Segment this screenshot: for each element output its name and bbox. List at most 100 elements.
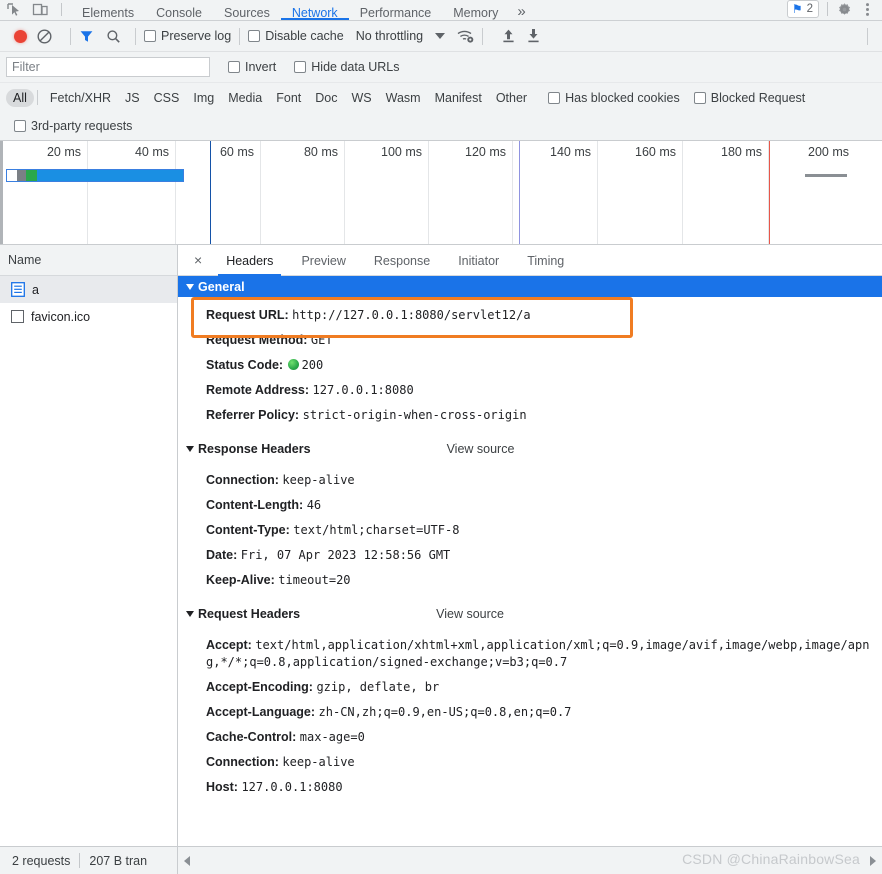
tab-initiator[interactable]: Initiator	[444, 245, 513, 276]
disable-cache-checkbox-box[interactable]	[248, 30, 261, 42]
general-row-remote-address: Remote Address: 127.0.0.1:8080	[178, 378, 882, 403]
tab-overflow-chevron-icon[interactable]: »	[509, 0, 533, 20]
toolbar-divider-2	[135, 27, 136, 45]
chip-wasm[interactable]: Wasm	[379, 89, 428, 107]
chip-img[interactable]: Img	[186, 89, 221, 107]
tab-memory[interactable]: Memory	[442, 0, 509, 20]
filter-input[interactable]	[6, 57, 210, 77]
preserve-log-checkbox-box[interactable]	[144, 30, 156, 42]
invert-checkbox[interactable]: Invert	[228, 60, 276, 74]
chip-manifest[interactable]: Manifest	[428, 89, 489, 107]
tab-console[interactable]: Console	[145, 0, 213, 20]
key-cache-control: Cache-Control:	[206, 730, 297, 744]
status-requests-count: 2 requests	[12, 853, 71, 868]
scroll-right-arrow-icon[interactable]	[870, 855, 876, 866]
chip-all[interactable]: All	[6, 88, 34, 107]
filter-funnel-icon[interactable]	[79, 29, 94, 44]
request-row-favicon[interactable]: favicon.ico	[0, 303, 177, 330]
view-source-link-response[interactable]: View source	[447, 442, 515, 456]
close-icon[interactable]: ×	[184, 245, 212, 276]
network-overview-timeline[interactable]: 20 ms 40 ms 60 ms 80 ms 100 ms 120 ms 14…	[0, 141, 882, 245]
tab-performance[interactable]: Performance	[349, 0, 443, 20]
key-content-length: Content-Length:	[206, 498, 304, 512]
general-row-request-method: Request Method: GET	[178, 328, 882, 353]
hide-data-urls-checkbox[interactable]: Hide data URLs	[294, 60, 400, 74]
tick-label: 120 ms	[465, 145, 506, 159]
document-icon	[11, 282, 25, 297]
key-req-connection: Connection:	[206, 755, 279, 769]
message-count-badge[interactable]: ⚑ 2	[786, 0, 819, 18]
request-row-a[interactable]: a	[0, 276, 177, 303]
hide-data-urls-label: Hide data URLs	[311, 60, 400, 74]
chip-css[interactable]: CSS	[147, 89, 187, 107]
chip-js[interactable]: JS	[118, 89, 147, 107]
chip-other[interactable]: Other	[489, 89, 534, 107]
import-har-icon[interactable]	[501, 28, 516, 44]
third-party-checkbox[interactable]: 3rd-party requests	[14, 119, 132, 133]
toolbar-divider-1	[70, 27, 71, 45]
section-header-request-headers[interactable]: Request Headers View source	[178, 601, 882, 627]
chip-ws[interactable]: WS	[344, 89, 378, 107]
network-conditions-icon[interactable]	[457, 29, 474, 44]
watermark: CSDN @ChinaRainbowSea	[682, 851, 860, 867]
overview-grabber-left[interactable]	[0, 141, 3, 244]
tab-sources[interactable]: Sources	[213, 0, 281, 20]
blocked-requests-checkbox[interactable]: Blocked Request	[693, 91, 805, 105]
value-req-connection: keep-alive	[282, 755, 355, 769]
status-divider	[79, 853, 81, 868]
scroll-left-arrow-icon[interactable]	[184, 855, 190, 866]
key-accept: Accept:	[206, 638, 252, 652]
chip-fetch-xhr[interactable]: Fetch/XHR	[43, 89, 118, 107]
hide-data-urls-checkbox-box[interactable]	[294, 61, 307, 73]
section-header-response-headers[interactable]: Response Headers View source	[178, 436, 882, 462]
third-party-row: 3rd-party requests	[0, 112, 882, 141]
kebab-menu-icon[interactable]	[859, 1, 876, 18]
gear-icon[interactable]	[836, 1, 853, 18]
toolbar-divider-5	[867, 27, 868, 45]
value-request-url: http://127.0.0.1:8080/servlet12/a	[292, 308, 531, 322]
export-har-icon[interactable]	[526, 28, 541, 44]
clear-requests-icon[interactable]	[37, 28, 52, 44]
requests-column-header[interactable]: Name	[0, 245, 177, 276]
value-accept-encoding: gzip, deflate, br	[316, 680, 440, 694]
disable-cache-checkbox[interactable]: Disable cache	[248, 29, 344, 43]
has-blocked-cookies-checkbox[interactable]: Has blocked cookies	[548, 91, 680, 105]
tab-headers[interactable]: Headers	[212, 245, 287, 276]
overview-grabber-right[interactable]	[178, 141, 181, 244]
view-source-link-request[interactable]: View source	[436, 607, 504, 621]
key-accept-encoding: Accept-Encoding:	[206, 680, 313, 694]
inspect-element-icon[interactable]	[6, 2, 23, 19]
chip-media[interactable]: Media	[221, 89, 269, 107]
section-header-general[interactable]: General	[178, 276, 882, 297]
tab-preview[interactable]: Preview	[287, 245, 359, 276]
value-accept: text/html,application/xhtml+xml,applicat…	[206, 638, 870, 669]
tab-response[interactable]: Response	[360, 245, 444, 276]
search-icon[interactable]	[106, 29, 121, 44]
third-party-checkbox-box[interactable]	[14, 120, 26, 132]
key-referrer-policy: Referrer Policy:	[206, 408, 300, 422]
chip-font[interactable]: Font	[269, 89, 308, 107]
chevron-down-icon[interactable]	[435, 33, 446, 39]
record-button-icon[interactable]	[14, 29, 27, 43]
disable-cache-label: Disable cache	[265, 29, 344, 43]
request-timing-bar[interactable]	[6, 169, 184, 182]
chip-doc[interactable]: Doc	[308, 89, 344, 107]
request-row-label: favicon.ico	[31, 309, 91, 324]
section-title-response-headers: Response Headers	[198, 442, 311, 456]
request-row-label: a	[32, 282, 39, 297]
tab-timing[interactable]: Timing	[513, 245, 578, 276]
dom-event-marker	[519, 141, 520, 244]
throttling-select-value[interactable]: No throttling	[356, 29, 423, 43]
tab-network[interactable]: Network	[280, 0, 349, 20]
tabbar-right-divider	[827, 2, 828, 16]
tabbar-right-controls: ⚑ 2	[786, 0, 882, 20]
key-status-code: Status Code:	[206, 358, 284, 372]
invert-checkbox-box[interactable]	[228, 61, 240, 73]
device-toolbar-icon[interactable]	[32, 2, 49, 19]
resource-type-filters: All Fetch/XHR JS CSS Img Media Font Doc …	[0, 83, 882, 112]
has-blocked-cookies-checkbox-box[interactable]	[548, 91, 561, 104]
blocked-requests-checkbox-box[interactable]	[693, 91, 706, 104]
key-remote-address: Remote Address:	[206, 383, 310, 397]
preserve-log-checkbox[interactable]: Preserve log	[144, 29, 231, 43]
tab-elements[interactable]: Elements	[71, 0, 145, 20]
